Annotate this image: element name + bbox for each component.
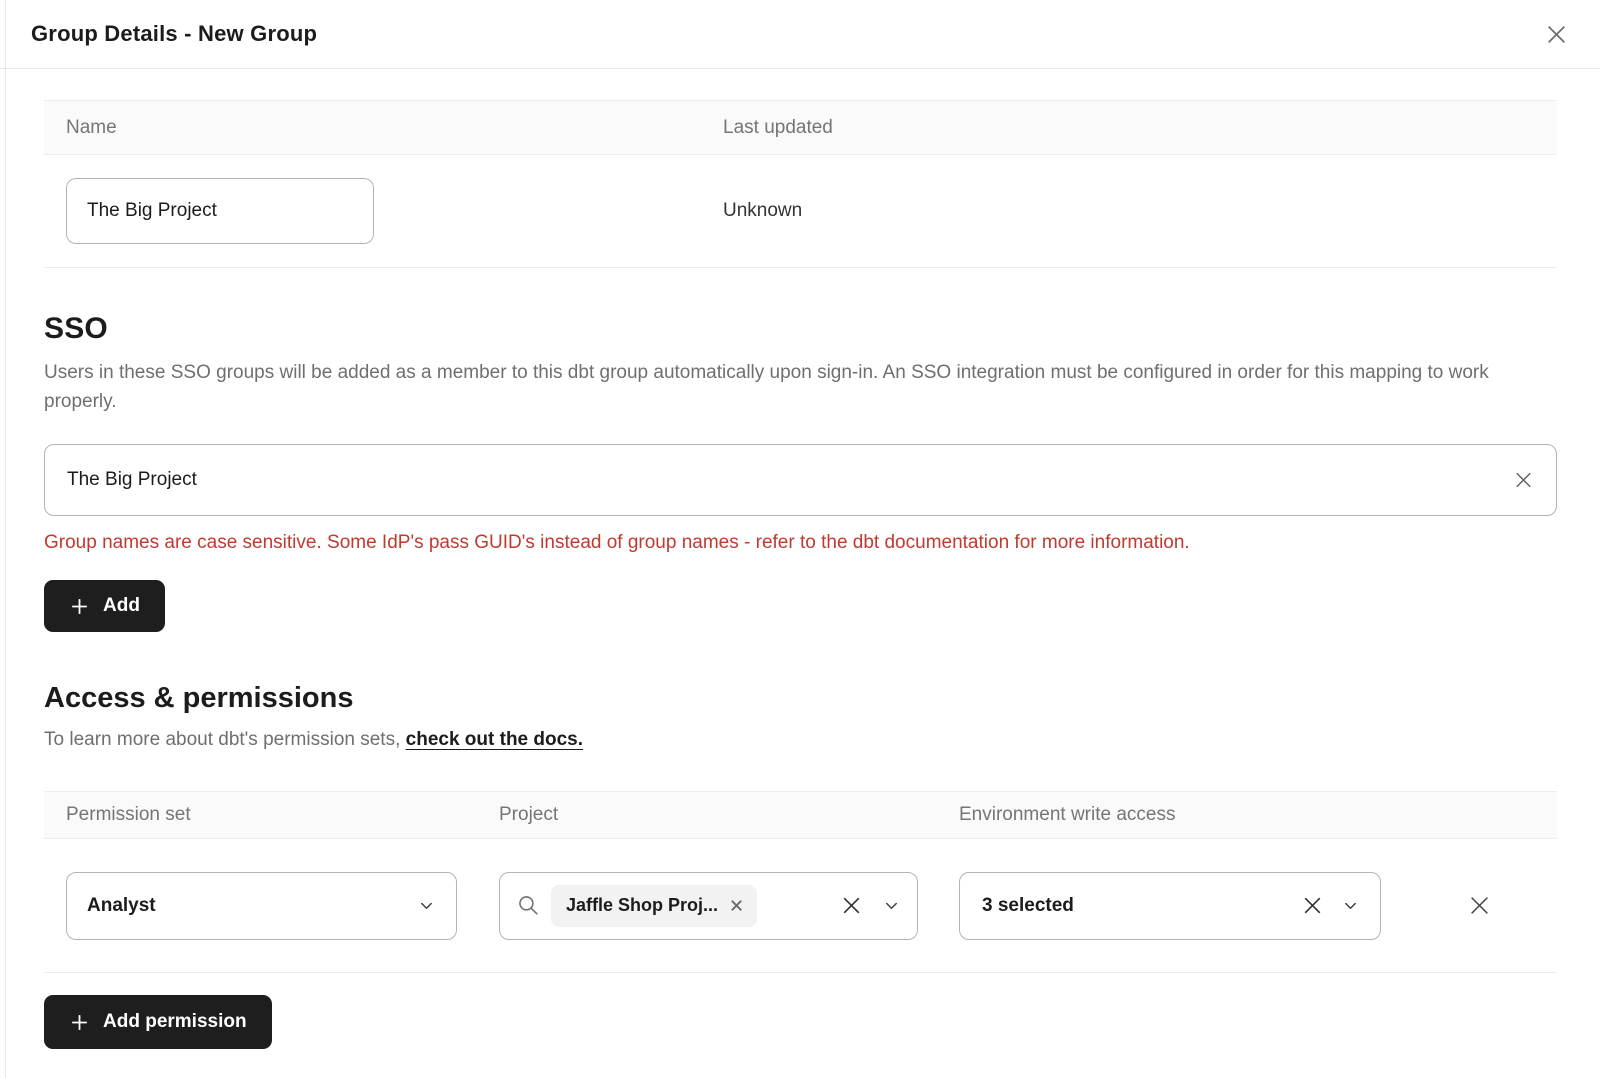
group-name-table: Name Last updated Unknown xyxy=(44,100,1557,268)
access-permissions-section: Access & permissions To learn more about… xyxy=(44,682,1557,1049)
panel-left-edge xyxy=(5,0,6,1078)
access-permissions-heading: Access & permissions xyxy=(44,682,1557,715)
sso-group-field xyxy=(44,444,1557,516)
sso-heading: SSO xyxy=(44,312,1557,346)
plus-icon xyxy=(69,1012,90,1033)
clear-icon[interactable] xyxy=(1300,893,1325,918)
environment-write-access-select[interactable]: 3 selected xyxy=(959,872,1381,940)
group-name-table-header: Name Last updated xyxy=(44,100,1557,155)
delete-row-icon[interactable] xyxy=(1466,892,1493,919)
modal-header: Group Details - New Group xyxy=(0,0,1600,69)
search-icon xyxy=(516,893,541,918)
docs-line: To learn more about dbt's permission set… xyxy=(44,729,1557,751)
sso-warning-text: Group names are case sensitive. Some IdP… xyxy=(44,532,1557,554)
add-permission-button[interactable]: Add permission xyxy=(44,995,272,1049)
chevron-down-icon xyxy=(1341,896,1360,915)
group-name-input[interactable] xyxy=(66,178,374,244)
permission-set-value: Analyst xyxy=(87,895,156,917)
column-header-last-updated: Last updated xyxy=(701,117,1557,139)
column-header-permission-set: Permission set xyxy=(44,804,477,826)
docs-link[interactable]: check out the docs. xyxy=(406,729,583,750)
sso-description: Users in these SSO groups will be added … xyxy=(44,358,1524,416)
add-button-label: Add xyxy=(103,595,140,617)
add-permission-label: Add permission xyxy=(103,1011,247,1033)
permission-set-select[interactable]: Analyst xyxy=(66,872,457,940)
environment-selected-value: 3 selected xyxy=(982,895,1074,917)
permission-row: Analyst Jaffle Shop Proj... xyxy=(44,839,1557,973)
project-tag: Jaffle Shop Proj... xyxy=(551,885,757,927)
project-multiselect[interactable]: Jaffle Shop Proj... xyxy=(499,872,918,940)
close-icon[interactable] xyxy=(1543,21,1570,48)
table-row: Unknown xyxy=(44,155,1557,268)
sso-section: SSO Users in these SSO groups will be ad… xyxy=(44,312,1557,632)
permissions-table: Permission set Project Environment write… xyxy=(44,791,1557,973)
clear-icon[interactable] xyxy=(839,893,864,918)
chevron-down-icon xyxy=(882,896,901,915)
remove-tag-icon[interactable] xyxy=(730,899,743,912)
last-updated-value: Unknown xyxy=(701,200,1557,222)
column-header-environment-write-access: Environment write access xyxy=(937,804,1402,826)
plus-icon xyxy=(69,596,90,617)
column-header-name: Name xyxy=(44,117,701,139)
clear-icon[interactable] xyxy=(1512,469,1535,492)
project-tag-label: Jaffle Shop Proj... xyxy=(566,895,718,916)
page-title: Group Details - New Group xyxy=(31,21,317,47)
add-sso-group-button[interactable]: Add xyxy=(44,580,165,632)
sso-group-input[interactable] xyxy=(44,444,1557,516)
permissions-table-header: Permission set Project Environment write… xyxy=(44,791,1557,839)
column-header-project: Project xyxy=(477,804,937,826)
modal-content: Name Last updated Unknown SSO Users in t… xyxy=(0,100,1600,1049)
docs-line-text: To learn more about dbt's permission set… xyxy=(44,729,406,750)
chevron-down-icon xyxy=(417,896,436,915)
